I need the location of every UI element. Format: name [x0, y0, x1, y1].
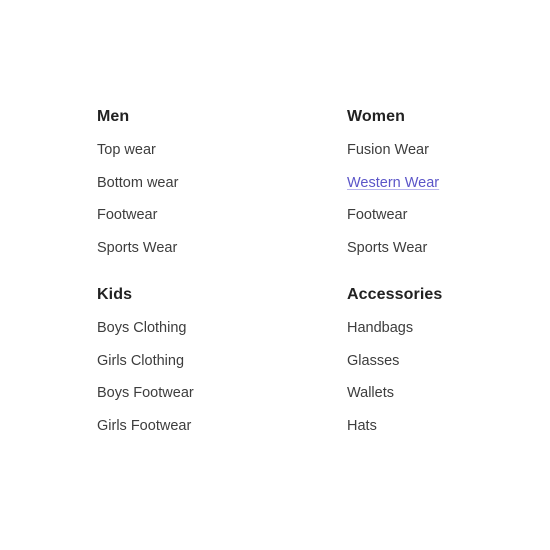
- list-item: Girls Clothing: [97, 351, 347, 384]
- group-link-list: Fusion Wear Western Wear Footwear Sports…: [347, 140, 497, 270]
- list-item: Glasses: [347, 351, 497, 384]
- group-link-list: Handbags Glasses Wallets Hats: [347, 318, 497, 448]
- link-bottom-wear[interactable]: Bottom wear: [97, 175, 178, 191]
- group-title: Accessories: [347, 286, 443, 303]
- link-boys-clothing[interactable]: Boys Clothing: [97, 320, 186, 336]
- list-item: Top wear: [97, 140, 347, 173]
- list-item: Girls Footwear: [97, 416, 347, 449]
- link-women-sports-wear[interactable]: Sports Wear: [347, 240, 427, 256]
- link-girls-clothing[interactable]: Girls Clothing: [97, 353, 184, 369]
- link-men-sports-wear[interactable]: Sports Wear: [97, 240, 177, 256]
- list-item: Handbags: [347, 318, 497, 351]
- group-link-list: Top wear Bottom wear Footwear Sports Wea…: [97, 140, 347, 270]
- group-title: Men: [97, 108, 130, 125]
- link-women-footwear[interactable]: Footwear: [347, 207, 407, 223]
- link-western-wear[interactable]: Western Wear: [347, 175, 439, 191]
- link-wallets[interactable]: Wallets: [347, 385, 394, 401]
- list-item: Footwear: [97, 205, 347, 238]
- list-item: Hats: [347, 416, 497, 449]
- menu-group-kids: Kids Boys Clothing Girls Clothing Boys F…: [97, 284, 347, 448]
- link-boys-footwear[interactable]: Boys Footwear: [97, 385, 194, 401]
- group-title: Women: [347, 108, 405, 125]
- link-glasses[interactable]: Glasses: [347, 353, 399, 369]
- link-hats[interactable]: Hats: [347, 418, 377, 434]
- link-girls-footwear[interactable]: Girls Footwear: [97, 418, 191, 434]
- group-title: Kids: [97, 286, 133, 303]
- category-menu: Men Top wear Bottom wear Footwear Sports…: [97, 106, 497, 448]
- link-fusion-wear[interactable]: Fusion Wear: [347, 142, 429, 158]
- list-item: Boys Clothing: [97, 318, 347, 351]
- list-item: Footwear: [347, 205, 497, 238]
- list-item: Boys Footwear: [97, 383, 347, 416]
- link-top-wear[interactable]: Top wear: [97, 142, 156, 158]
- list-item: Western Wear: [347, 173, 497, 206]
- list-item: Sports Wear: [347, 238, 497, 271]
- menu-group-accessories: Accessories Handbags Glasses Wallets Hat…: [347, 284, 497, 448]
- list-item: Bottom wear: [97, 173, 347, 206]
- list-item: Sports Wear: [97, 238, 347, 271]
- list-item: Wallets: [347, 383, 497, 416]
- menu-group-women: Women Fusion Wear Western Wear Footwear …: [347, 106, 497, 270]
- list-item: Fusion Wear: [347, 140, 497, 173]
- link-handbags[interactable]: Handbags: [347, 320, 413, 336]
- group-link-list: Boys Clothing Girls Clothing Boys Footwe…: [97, 318, 347, 448]
- menu-group-men: Men Top wear Bottom wear Footwear Sports…: [97, 106, 347, 270]
- link-men-footwear[interactable]: Footwear: [97, 207, 157, 223]
